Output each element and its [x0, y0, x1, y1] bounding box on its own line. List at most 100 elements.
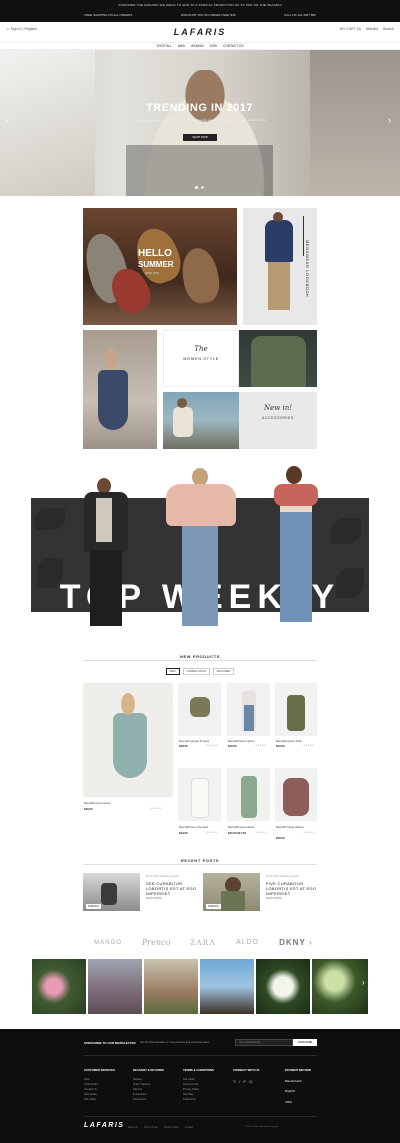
- tab-coming-soon[interactable]: COMING SOON: [182, 668, 210, 675]
- gallery-image[interactable]: [32, 959, 86, 1014]
- footer-link[interactable]: Delivery: [133, 1078, 142, 1081]
- footer-bottom-link[interactable]: Privacy Policy: [164, 1126, 179, 1129]
- footer-link[interactable]: Contact Us: [84, 1088, 97, 1091]
- footer-bottom-link[interactable]: About Us: [128, 1126, 138, 1129]
- nav-kids[interactable]: KIDS: [210, 44, 217, 48]
- nav-man[interactable]: MAN: [178, 44, 185, 48]
- tab-new[interactable]: NEW: [165, 668, 180, 675]
- accessories-banner[interactable]: [239, 392, 317, 449]
- green-shirt-banner[interactable]: [239, 330, 317, 387]
- brand-logo[interactable]: Prenco: [142, 938, 170, 947]
- brand-logo[interactable]: ZARA: [190, 938, 216, 947]
- phone-text: CALL US 123 4567 890: [284, 13, 316, 17]
- tab-featured[interactable]: FEATURED: [212, 668, 235, 675]
- nav-woman[interactable]: WOMAN: [191, 44, 204, 48]
- post-tag[interactable]: FASHION: [86, 904, 101, 909]
- gallery-image[interactable]: [256, 959, 310, 1014]
- product-image[interactable]: [178, 683, 221, 736]
- footer-link[interactable]: E-Vouchers: [133, 1093, 146, 1096]
- social-links: 𝕏 f P ◎: [233, 1079, 253, 1084]
- gallery-image[interactable]: [200, 959, 254, 1014]
- slider-dot[interactable]: [195, 186, 198, 189]
- footer-link[interactable]: Privacy Policy: [183, 1088, 199, 1091]
- footer-bottom-link[interactable]: Contact: [185, 1126, 193, 1129]
- product-image[interactable]: [275, 683, 317, 736]
- subscribe-button[interactable]: SUBSCRIBE: [293, 1039, 317, 1046]
- footer-link[interactable]: Collections: [183, 1098, 196, 1101]
- footer-link[interactable]: Track Order: [84, 1083, 98, 1086]
- footer-logo[interactable]: LAFARIS: [84, 1122, 124, 1129]
- discount-text: DISCOUNT 15% ON ORDER OVER $49: [180, 13, 236, 17]
- footer-link[interactable]: Returns: [133, 1088, 142, 1091]
- leaf-decoration: [331, 518, 361, 544]
- footer-link[interactable]: Site Map: [183, 1093, 193, 1096]
- mastercard-icon: MasterCard: [285, 1079, 302, 1083]
- man-seaside-banner[interactable]: [163, 392, 239, 449]
- product-name[interactable]: Demo04 ipsum dolor: [276, 739, 302, 743]
- post-title[interactable]: FIVE CURABITUR LOBORTIS EST AT EGO IMPER…: [266, 881, 320, 896]
- brand-logo[interactable]: ALDO: [236, 939, 259, 946]
- gallery-image[interactable]: [144, 959, 198, 1014]
- facebook-icon[interactable]: f: [239, 1079, 240, 1084]
- footer-link[interactable]: Help: [84, 1078, 89, 1081]
- banner-shop-link[interactable]: SHOP NOW: [145, 272, 159, 275]
- product-price: $19.00: [276, 744, 285, 748]
- post-tag[interactable]: FASHION: [206, 904, 221, 909]
- lookbook-label: MENSWEAR LOOKBOOK: [305, 240, 310, 298]
- footer-link[interactable]: Gift Cards: [84, 1098, 96, 1101]
- banner-summer: SUMMER: [138, 260, 174, 269]
- product-name[interactable]: Demo05 lorem the best: [179, 825, 208, 829]
- footer-column-title: CONNECT WITH US: [233, 1068, 260, 1072]
- footer-bottom-link[interactable]: Terms of Use: [144, 1126, 158, 1129]
- product-name[interactable]: Demo01 lorem ipsum: [84, 801, 111, 805]
- promo-text: CONSIDER THE FASHION WE WEAR TO ADD TO A…: [118, 3, 282, 7]
- read-more-link[interactable]: READ MORE: [266, 897, 282, 900]
- brand-logo[interactable]: DKNY: [279, 938, 306, 947]
- post-title[interactable]: SEE CURABITUR LOBORTIS EST AT EGO IMPERD…: [146, 881, 200, 896]
- gallery-image[interactable]: [312, 959, 368, 1014]
- footer-column-title: PAYMENT METHOD: [285, 1068, 312, 1072]
- twitter-icon[interactable]: 𝕏: [233, 1079, 236, 1084]
- product-image[interactable]: [275, 768, 317, 821]
- post-date: 18 Apr 2017 Posted by admin: [146, 875, 179, 878]
- footer-link[interactable]: Gift Cards: [183, 1078, 195, 1081]
- product-name[interactable]: Demo07 fringe pattern: [276, 825, 304, 829]
- hero-slider[interactable]: [0, 50, 400, 196]
- rating-stars: ★★★★★: [150, 807, 162, 810]
- accessories-label: ACCESSORIES: [262, 416, 294, 420]
- cart-link[interactable]: MY CART (0): [340, 27, 361, 31]
- footer-link[interactable]: Terms of Use: [183, 1083, 198, 1086]
- footer-link[interactable]: Size Guide: [84, 1093, 97, 1096]
- product-name[interactable]: Demo06 green dress: [228, 825, 254, 829]
- nav-contact[interactable]: CONTACT US: [223, 44, 243, 48]
- product-image[interactable]: [227, 683, 270, 736]
- read-more-link[interactable]: READ MORE: [146, 897, 162, 900]
- newsletter-email-input[interactable]: Your email address: [235, 1039, 293, 1046]
- leaf-decoration: [35, 508, 65, 530]
- footer-link[interactable]: Promotions: [133, 1098, 146, 1101]
- chevron-right-icon[interactable]: ›: [309, 938, 312, 947]
- footer-column-title: CUSTOMER SERVICES: [84, 1068, 115, 1072]
- product-image-featured[interactable]: [83, 683, 173, 797]
- chevron-right-icon[interactable]: ›: [388, 115, 391, 125]
- footer-link[interactable]: Order Tracking: [133, 1083, 150, 1086]
- pinterest-icon[interactable]: P: [243, 1079, 246, 1084]
- wishlist-link[interactable]: Wishlist: [366, 27, 378, 31]
- product-name[interactable]: Demo02 jumper & boots: [179, 739, 209, 743]
- footer: [0, 1029, 400, 1143]
- brand-logo[interactable]: MANGO: [94, 940, 122, 946]
- hero-shop-button[interactable]: SHOP NOW: [183, 134, 217, 141]
- woman-dress-banner[interactable]: [83, 330, 157, 449]
- instagram-icon[interactable]: ◎: [249, 1079, 253, 1084]
- slider-dot[interactable]: [201, 186, 204, 189]
- gallery-image[interactable]: [88, 959, 142, 1014]
- new-in-label: New in!: [263, 404, 293, 412]
- chevron-right-icon[interactable]: ›: [362, 978, 365, 987]
- product-image[interactable]: [227, 768, 270, 821]
- search-link[interactable]: Search: [383, 27, 394, 31]
- product-name[interactable]: Demo03 lorem ipsum: [228, 739, 255, 743]
- product-image[interactable]: [178, 768, 221, 821]
- nav-shop-all[interactable]: SHOP ALL: [157, 44, 172, 48]
- slider-dots: [195, 186, 204, 189]
- chevron-left-icon[interactable]: ‹: [6, 115, 9, 125]
